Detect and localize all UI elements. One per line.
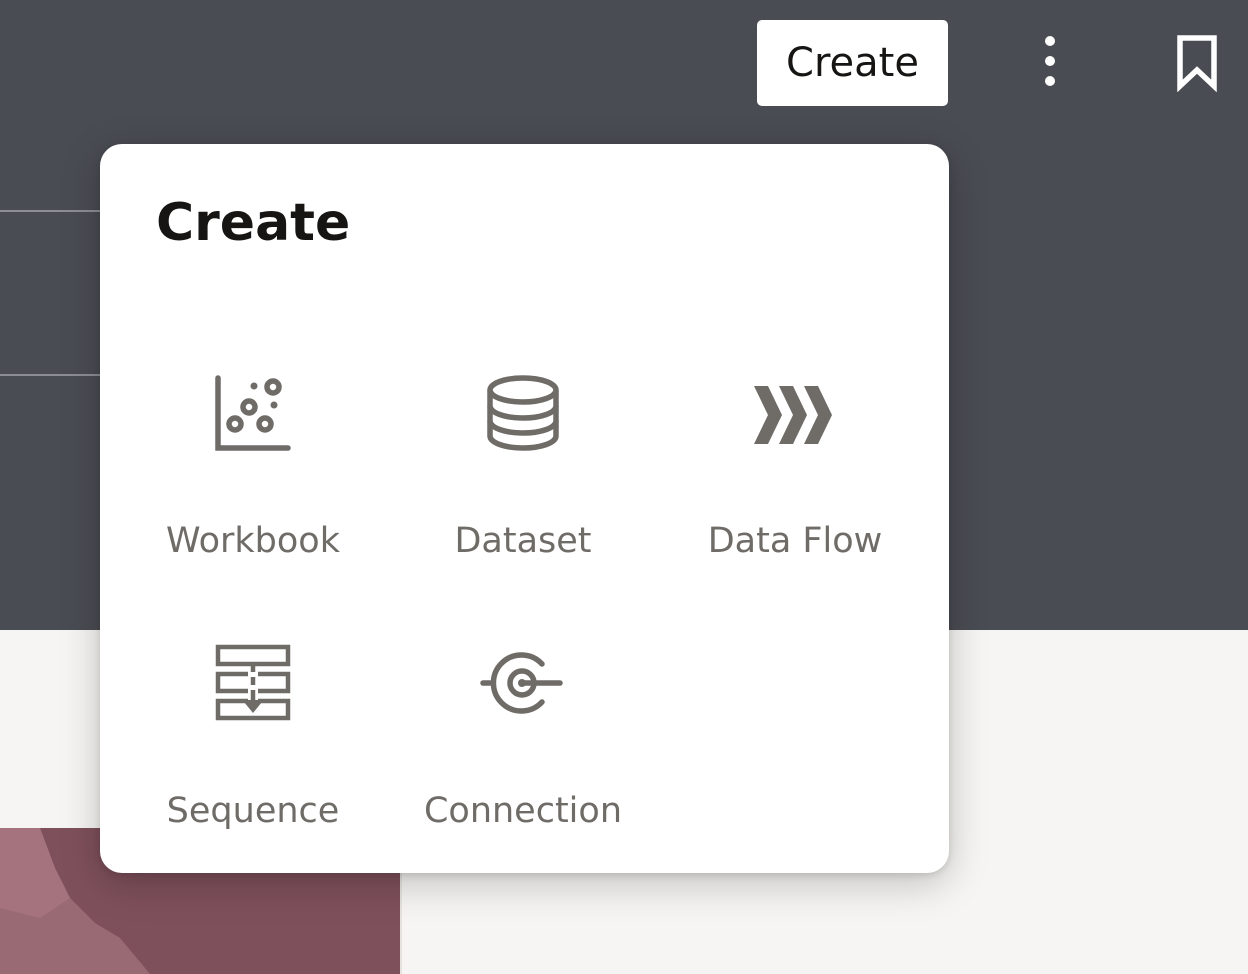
connection-plug-icon	[480, 640, 566, 726]
workbook-label: Workbook	[166, 521, 340, 561]
database-icon	[480, 370, 566, 456]
background-divider	[0, 374, 104, 376]
vertical-ellipsis-icon	[1045, 36, 1055, 86]
create-menu-title: Create	[156, 193, 351, 253]
scatter-chart-icon	[210, 370, 296, 456]
sequence-icon	[210, 640, 296, 726]
create-menu-popup: Create Workbook Dataset Data Flow Sequen…	[100, 144, 949, 873]
background-divider	[0, 210, 104, 212]
create-dataset-item[interactable]: Dataset	[398, 370, 648, 590]
create-button[interactable]: Create	[757, 20, 948, 106]
create-connection-item[interactable]: Connection	[398, 640, 648, 860]
more-options-button[interactable]	[1026, 32, 1074, 94]
sequence-label: Sequence	[166, 791, 340, 831]
create-data-flow-item[interactable]: Data Flow	[670, 370, 920, 590]
create-sequence-item[interactable]: Sequence	[128, 640, 378, 860]
chevrons-right-icon	[752, 370, 838, 456]
connection-label: Connection	[423, 791, 623, 831]
create-workbook-item[interactable]: Workbook	[128, 370, 378, 590]
dataset-label: Dataset	[454, 521, 592, 561]
bookmark-icon	[1177, 35, 1217, 92]
bookmark-button[interactable]	[1170, 34, 1224, 92]
data-flow-label: Data Flow	[707, 521, 883, 561]
